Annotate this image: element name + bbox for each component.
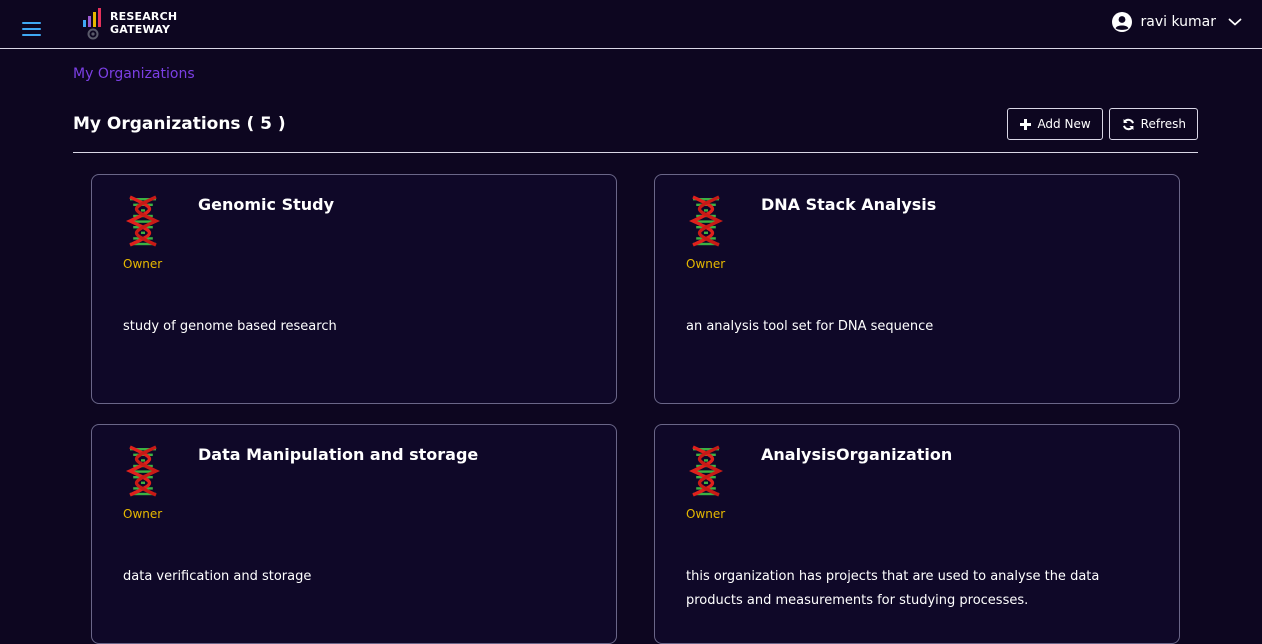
refresh-icon bbox=[1122, 118, 1134, 130]
dna-icon bbox=[688, 195, 724, 247]
user-avatar-icon bbox=[1111, 12, 1132, 32]
chevron-down-icon[interactable] bbox=[1228, 17, 1242, 27]
organization-card[interactable]: Owner DNA Stack Analysis an analysis too… bbox=[654, 174, 1180, 404]
organization-card[interactable]: Owner Data Manipulation and storage data… bbox=[91, 424, 617, 644]
role-badge: Owner bbox=[123, 257, 163, 271]
logo-bars-icon bbox=[82, 7, 106, 41]
logo-line-2: GATEWAY bbox=[110, 23, 171, 36]
add-new-label: Add New bbox=[1037, 117, 1091, 131]
title-divider bbox=[73, 152, 1198, 153]
add-new-button[interactable]: Add New bbox=[1007, 108, 1103, 140]
organization-name[interactable]: Data Manipulation and storage bbox=[198, 445, 478, 464]
refresh-label: Refresh bbox=[1140, 117, 1186, 131]
logo-line-1: RESEARCH bbox=[110, 10, 178, 23]
toolbar: Add New Refresh bbox=[1007, 108, 1198, 140]
organization-description: this organization has projects that are … bbox=[686, 569, 1100, 608]
role-badge: Owner bbox=[686, 507, 726, 521]
plus-icon bbox=[1020, 118, 1032, 130]
research-gateway-logo[interactable]: RESEARCH GATEWAY bbox=[82, 7, 177, 41]
dna-icon bbox=[125, 445, 161, 497]
organization-description: study of genome based research bbox=[123, 319, 337, 334]
hamburger-menu-icon[interactable] bbox=[22, 22, 42, 36]
refresh-button[interactable]: Refresh bbox=[1108, 108, 1198, 140]
page-title: My Organizations ( 5 ) bbox=[73, 114, 286, 134]
top-bar: RESEARCH GATEWAY ravi kumar bbox=[0, 0, 1262, 49]
role-badge: Owner bbox=[686, 257, 726, 271]
role-badge: Owner bbox=[123, 507, 163, 521]
organization-card[interactable]: Owner Genomic Study study of genome base… bbox=[91, 174, 617, 404]
dna-icon bbox=[125, 195, 161, 247]
user-menu[interactable]: ravi kumar bbox=[1111, 11, 1242, 33]
organization-description: data verification and storage bbox=[123, 569, 312, 584]
user-name: ravi kumar bbox=[1140, 14, 1216, 30]
organization-name[interactable]: DNA Stack Analysis bbox=[761, 195, 936, 214]
logo-text: RESEARCH GATEWAY bbox=[110, 10, 177, 36]
breadcrumb[interactable]: My Organizations bbox=[73, 66, 195, 82]
dna-icon bbox=[688, 445, 724, 497]
organization-name[interactable]: Genomic Study bbox=[198, 195, 334, 214]
organization-description: an analysis tool set for DNA sequence bbox=[686, 319, 934, 334]
organization-card[interactable]: Owner AnalysisOrganization this organiza… bbox=[654, 424, 1180, 644]
organization-name[interactable]: AnalysisOrganization bbox=[761, 445, 952, 464]
